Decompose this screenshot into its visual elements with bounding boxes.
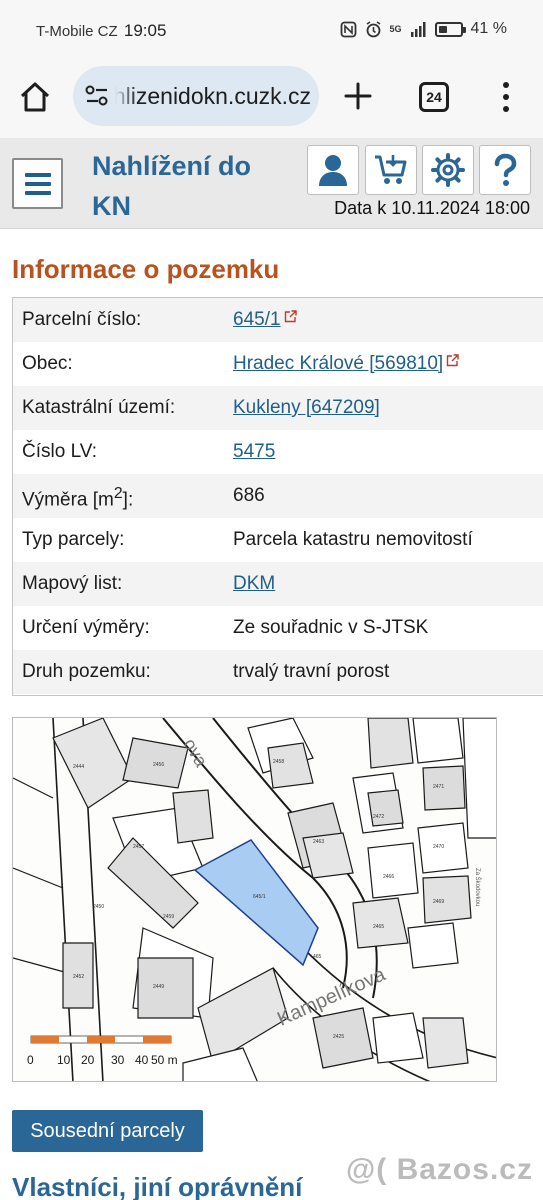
user-icon	[319, 155, 347, 186]
cadastral-map[interactable]: 2444 2456 2457 2459 645/1 465 2472 2471 2466 2…	[12, 717, 497, 1082]
row-label: Obec:	[22, 353, 73, 374]
app-header: Nahlížení do KN Data k 10.11.2024 18:00	[0, 138, 543, 229]
svg-text:2450: 2450	[93, 904, 104, 910]
table-row: Druh pozemku: trvalý travní porost	[13, 650, 543, 694]
svg-text:2457: 2457	[133, 844, 144, 850]
cadastral-area-link[interactable]: Kukleny [647209]	[233, 397, 380, 419]
area-value: 686	[233, 485, 265, 506]
street-label-right: Za Škodovkou	[474, 868, 481, 906]
table-row: Katastrální území: Kukleny [647209]	[13, 386, 543, 430]
svg-text:2425: 2425	[333, 1034, 344, 1040]
row-label: Parcelní číslo:	[22, 309, 142, 330]
address-bar[interactable]: nahlizenidokn.cuzk.cz	[73, 66, 319, 126]
scale-label: 10	[57, 1053, 71, 1067]
more-menu-icon[interactable]	[496, 80, 516, 114]
home-icon[interactable]	[18, 80, 52, 114]
alarm-icon	[366, 20, 380, 37]
svg-text:2459: 2459	[163, 914, 174, 920]
cart-button[interactable]	[365, 145, 417, 195]
hamburger-line	[25, 182, 51, 186]
settings-button[interactable]	[422, 145, 474, 195]
svg-text:2463: 2463	[313, 839, 324, 845]
svg-text:645/1: 645/1	[253, 894, 266, 900]
battery-fill	[438, 25, 447, 33]
svg-text:2465: 2465	[373, 924, 384, 930]
table-row: Výměra [m2]: 686	[13, 474, 543, 518]
hamburger-menu-button[interactable]	[12, 158, 63, 209]
signal-icon	[410, 21, 426, 37]
svg-text:2466: 2466	[383, 874, 394, 880]
hamburger-line	[25, 191, 51, 195]
status-carrier-time: T-Mobile CZ 19:05	[36, 21, 166, 41]
table-row: Parcelní číslo: 645/1	[13, 298, 543, 342]
external-link-icon	[446, 354, 459, 367]
new-tab-icon[interactable]	[342, 80, 374, 112]
row-label: Výměra [m2]:	[22, 485, 134, 511]
parcel-info-table: Parcelní číslo: 645/1 Obec: Hradec Králo…	[12, 297, 543, 696]
scale-label: 0	[27, 1053, 34, 1067]
svg-text:465: 465	[313, 954, 322, 960]
svg-text:2444: 2444	[73, 764, 84, 770]
scale-bar	[30, 1035, 172, 1044]
table-row: Obec: Hradec Králové [569810]	[13, 342, 543, 386]
highlighted-parcel[interactable]	[193, 839, 319, 967]
row-label: Mapový list:	[22, 573, 123, 594]
owners-section-title: Vlastníci, jiní oprávnění	[12, 1172, 303, 1200]
svg-text:2458: 2458	[273, 759, 284, 765]
scale-label: 40	[135, 1053, 149, 1067]
nfc-icon	[340, 21, 356, 37]
help-button[interactable]	[479, 145, 531, 195]
map-drawing: 2444 2456 2457 2459 645/1 465 2472 2471 2466 2…	[13, 718, 496, 1081]
network-type: 5G	[389, 23, 402, 34]
svg-text:2452: 2452	[73, 974, 84, 980]
watermark-logo: @( Bazos.cz	[346, 1153, 533, 1186]
parcel-type-value: Parcela katastru nemovitostí	[233, 529, 473, 550]
row-label: Druh pozemku:	[22, 661, 151, 682]
status-icons: 5G 41 %	[340, 20, 507, 38]
table-row: Typ parcely: Parcela katastru nemovitost…	[13, 518, 543, 562]
parcel-number-link[interactable]: 645/1	[233, 309, 297, 331]
row-label: Typ parcely:	[22, 529, 125, 550]
clock: 19:05	[123, 21, 167, 40]
neighbor-parcels-button[interactable]: Sousední parcely	[12, 1110, 203, 1152]
land-type-value: trvalý travní porost	[233, 661, 390, 682]
browser-toolbar: nahlizenidokn.cuzk.cz 24	[0, 58, 543, 138]
table-row: Určení výměry: Ze souřadnic v S-JTSK	[13, 606, 543, 650]
street-label-top: ova	[180, 735, 212, 771]
data-date: Data k 10.11.2024 18:00	[334, 198, 530, 218]
svg-text:2456: 2456	[153, 762, 164, 768]
url-text: nahlizenidokn.cuzk.cz	[115, 83, 311, 109]
svg-text:2449: 2449	[153, 984, 164, 990]
battery-icon	[434, 21, 466, 37]
svg-text:2469: 2469	[433, 899, 444, 905]
scale-label: 30	[111, 1053, 125, 1067]
scale-label: 20	[81, 1053, 95, 1067]
external-link-icon	[284, 310, 297, 323]
municipality-link[interactable]: Hradec Králové [569810]	[233, 353, 459, 375]
site-settings-icon[interactable]	[85, 85, 109, 107]
gear-icon	[431, 153, 465, 187]
status-bar: T-Mobile CZ 19:05 5G 41 %	[0, 0, 543, 58]
table-row: Mapový list: DKM	[13, 562, 543, 606]
carrier-name: T-Mobile CZ	[36, 23, 118, 40]
svg-text:2471: 2471	[433, 784, 444, 790]
section-title-parcel-info: Informace o pozemku	[12, 254, 280, 284]
map-sheet-link[interactable]: DKM	[233, 573, 275, 595]
row-label: Katastrální území:	[22, 397, 176, 418]
user-button[interactable]	[307, 145, 359, 195]
app-title[interactable]: Nahlížení do KN	[92, 146, 292, 226]
hamburger-line	[25, 173, 51, 177]
lv-number-link[interactable]: 5475	[233, 441, 275, 463]
area-determination-value: Ze souřadnic v S-JTSK	[233, 617, 429, 638]
svg-text:2472: 2472	[373, 814, 384, 820]
table-row: Číslo LV: 5475	[13, 430, 543, 474]
cart-download-icon	[375, 155, 407, 184]
scale-label: 50 m	[151, 1053, 178, 1067]
row-label: Určení výměry:	[22, 617, 150, 638]
svg-text:2470: 2470	[433, 844, 444, 850]
help-question-icon	[494, 153, 517, 186]
tab-switcher-button[interactable]: 24	[419, 82, 449, 112]
battery-percent: 41 %	[470, 20, 507, 37]
row-label: Číslo LV:	[22, 441, 97, 462]
